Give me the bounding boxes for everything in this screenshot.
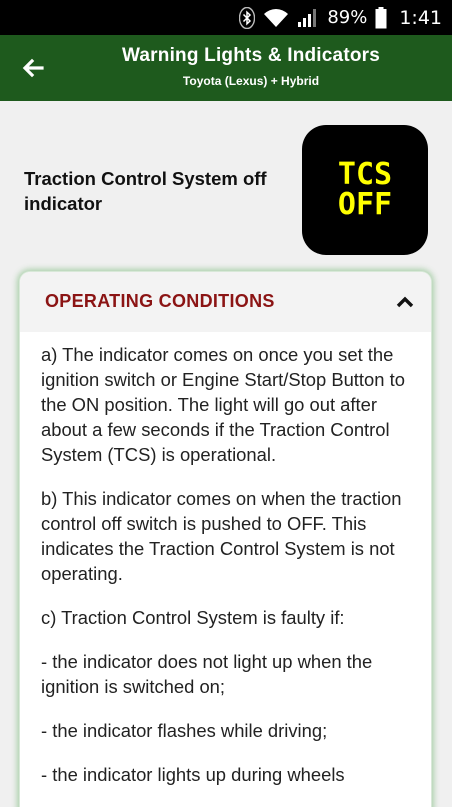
condition-paragraph: b) This indicator comes on when the trac… <box>41 488 402 584</box>
app-subtitle: Toyota (Lexus) + Hybrid <box>182 74 320 88</box>
operating-conditions-card: OPERATING CONDITIONS a) The indicator co… <box>20 272 431 807</box>
condition-paragraph: c) Traction Control System is faulty if: <box>41 607 345 628</box>
status-time: 1:41 <box>399 6 442 29</box>
section-body: a) The indicator comes on once you set t… <box>41 342 413 806</box>
app-header: Warning Lights & Indicators Toyota (Lexu… <box>0 35 452 101</box>
condition-paragraph: a) The indicator comes on once you set t… <box>41 344 405 465</box>
condition-paragraph: - the indicator flashes while driving; <box>41 720 328 741</box>
wifi-icon <box>263 8 289 28</box>
condition-paragraph: - the indicator lights up during wheels <box>41 764 345 785</box>
signal-icon <box>297 8 319 28</box>
indicator-title: Traction Control System off indicator <box>24 168 267 214</box>
bluetooth-icon <box>239 6 256 29</box>
indicator-symbol-line1: TCS <box>337 157 393 192</box>
back-arrow-icon <box>22 58 44 78</box>
condition-paragraph: - the indicator does not light up when t… <box>41 651 373 697</box>
chevron-up-icon[interactable] <box>393 290 417 314</box>
app-title: Warning Lights & Indicators <box>121 45 381 66</box>
back-button[interactable] <box>16 53 50 83</box>
section-title: OPERATING CONDITIONS <box>45 291 275 311</box>
status-bar: 89% 1:41 <box>0 0 452 35</box>
battery-percent: 89% <box>327 7 368 28</box>
tcs-off-indicator-icon: TCS OFF <box>302 125 428 255</box>
indicator-symbol-line2: OFF <box>337 187 393 222</box>
section-header-toggle[interactable]: OPERATING CONDITIONS <box>20 272 431 332</box>
battery-icon <box>375 6 387 29</box>
